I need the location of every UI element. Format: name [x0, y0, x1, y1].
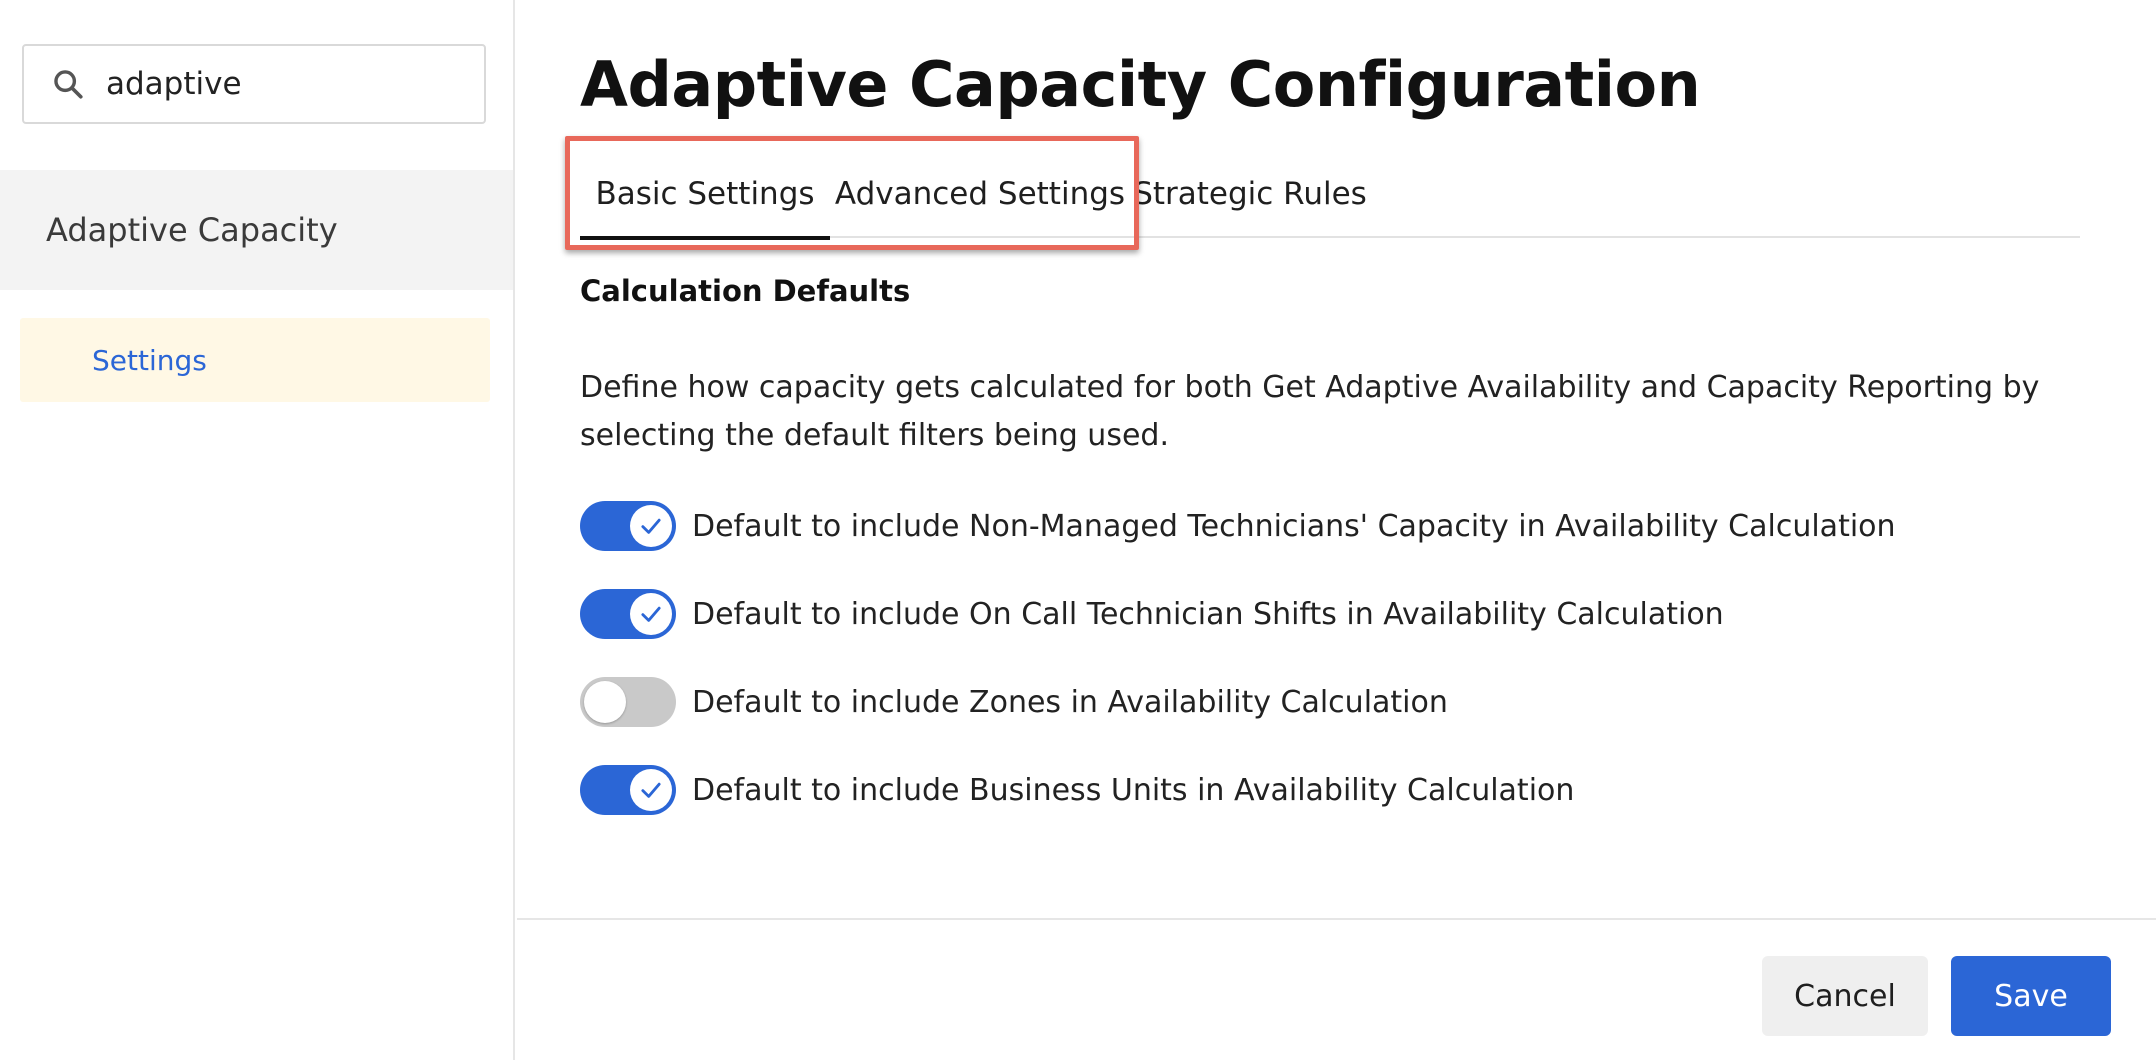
- toggle-label: Default to include Non-Managed Technicia…: [692, 508, 1896, 544]
- toggle-label: Default to include Zones in Availability…: [692, 684, 1448, 720]
- toggle-knob: [584, 681, 626, 723]
- search-box[interactable]: [22, 44, 486, 124]
- toggle-row-zones: Default to include Zones in Availability…: [580, 677, 1448, 727]
- sidebar-item-settings[interactable]: Settings: [20, 318, 490, 402]
- toggle-label: Default to include Business Units in Ava…: [692, 772, 1575, 808]
- main-panel: Adaptive Capacity Configuration Basic Se…: [517, 0, 2156, 1060]
- tab-basic-settings[interactable]: Basic Settings: [580, 150, 830, 240]
- footer-bar: Cancel Save: [517, 918, 2156, 1060]
- tab-bar: Basic Settings Advanced Settings Strateg…: [580, 150, 2080, 240]
- search-input[interactable]: [106, 66, 446, 102]
- sidebar: Adaptive Capacity Settings: [0, 0, 515, 1060]
- toggle-switch[interactable]: [580, 765, 676, 815]
- sidebar-item-label: Settings: [92, 343, 207, 377]
- page-title: Adaptive Capacity Configuration: [580, 48, 1701, 121]
- toggle-switch[interactable]: [580, 677, 676, 727]
- search-icon: [50, 66, 86, 102]
- toggle-row-business-units: Default to include Business Units in Ava…: [580, 765, 1574, 815]
- tab-label: Strategic Rules: [1133, 176, 1367, 212]
- toggle-row-on-call-shifts: Default to include On Call Technician Sh…: [580, 589, 1724, 639]
- tab-strategic-rules[interactable]: Strategic Rules: [1130, 150, 1370, 238]
- tab-label: Advanced Settings: [834, 176, 1126, 212]
- app-window: Adaptive Capacity Settings Adaptive Capa…: [0, 0, 2156, 1060]
- save-button[interactable]: Save: [1951, 956, 2111, 1036]
- cancel-button[interactable]: Cancel: [1762, 956, 1928, 1036]
- toggle-row-non-managed-technicians: Default to include Non-Managed Technicia…: [580, 501, 1896, 551]
- checkmark-icon: [630, 769, 672, 811]
- tab-label: Basic Settings: [595, 176, 815, 212]
- toggle-switch[interactable]: [580, 501, 676, 551]
- section-title: Calculation Defaults: [580, 274, 911, 308]
- toggle-label: Default to include On Call Technician Sh…: [692, 596, 1724, 632]
- sidebar-group-adaptive-capacity[interactable]: Adaptive Capacity: [0, 170, 513, 290]
- tab-advanced-settings[interactable]: Advanced Settings: [830, 150, 1130, 238]
- section-description: Define how capacity gets calculated for …: [580, 370, 2040, 453]
- toggle-switch[interactable]: [580, 589, 676, 639]
- checkmark-icon: [630, 505, 672, 547]
- checkmark-icon: [630, 593, 672, 635]
